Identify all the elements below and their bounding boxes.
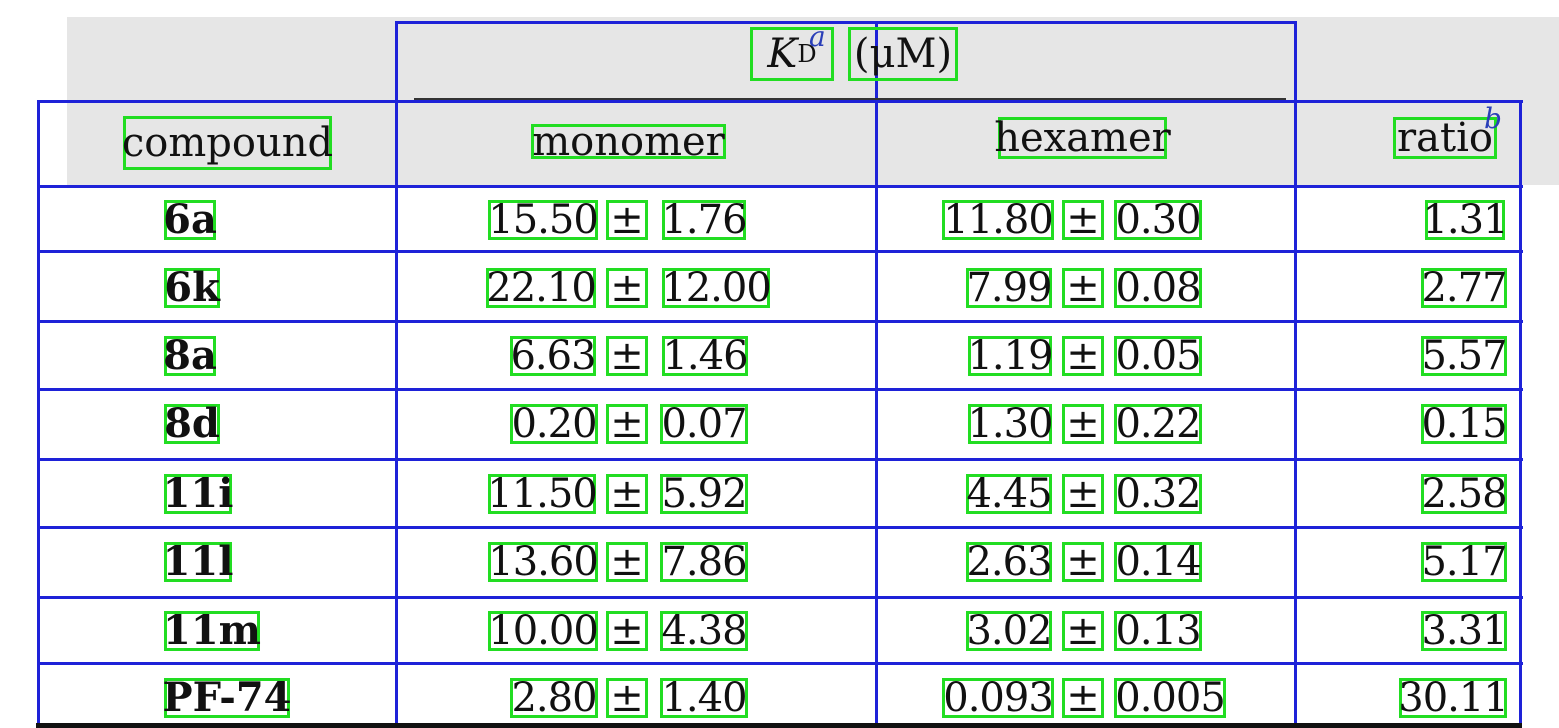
plus-minus-sign: ±: [606, 474, 648, 514]
monomer-value: 10.00: [488, 608, 599, 654]
monomer-value: 13.60: [488, 539, 599, 585]
ratio-cell: 2.58: [1421, 471, 1508, 517]
grid-line: [37, 388, 1523, 391]
grid-line: [37, 662, 1523, 665]
plus-minus-sign: ±: [606, 268, 648, 308]
hexamer-error: 0.30: [1114, 197, 1202, 243]
ratio-cell: 1.31: [1422, 197, 1509, 243]
grid-line: [37, 596, 1523, 599]
hexamer-value: 1.30: [967, 401, 1054, 447]
grid-line: [37, 185, 1523, 188]
grid-line: [37, 100, 40, 728]
monomer-value: 11.50: [487, 471, 598, 517]
compound-cell: 8a: [163, 332, 217, 379]
monomer-value: 22.10: [486, 265, 597, 311]
compound-cell: PF-74: [162, 674, 292, 721]
monomer-value: 0.20: [510, 401, 598, 447]
hexamer-error: 0.005: [1114, 675, 1226, 721]
column-header-hexamer: hexamer: [994, 115, 1171, 161]
plus-minus-sign: ±: [606, 678, 648, 718]
monomer-error: 12.00: [661, 265, 772, 311]
ratio-cell: 30.11: [1398, 675, 1509, 721]
compound-cell: 11i: [162, 470, 234, 517]
footnote-marker-a: a: [809, 20, 826, 53]
hexamer-value: 11.80: [942, 197, 1054, 243]
hexamer-value: 2.63: [966, 539, 1053, 585]
ratio-cell: 5.57: [1421, 333, 1508, 379]
column-header-monomer: monomer: [531, 118, 726, 165]
hexamer-error: 0.08: [1114, 265, 1202, 311]
table-bottom-rule: [36, 723, 1522, 728]
column-header-ratio: ratio: [1393, 117, 1497, 159]
hexamer-value: 7.99: [966, 265, 1053, 311]
plus-minus-sign: ±: [606, 404, 648, 444]
plus-minus-sign: ±: [606, 542, 648, 582]
grid-line: [395, 21, 1297, 24]
monomer-value: 2.80: [510, 675, 598, 721]
grid-line: [37, 458, 1523, 461]
compound-cell: 6k: [164, 264, 220, 311]
kd-symbol: K: [767, 31, 798, 77]
ratio-cell: 5.17: [1421, 539, 1508, 585]
grid-line: [395, 21, 398, 728]
plus-minus-sign: ±: [1062, 404, 1104, 444]
grid-line: [37, 320, 1523, 323]
hexamer-value: 4.45: [966, 471, 1053, 517]
column-header-compound: compound: [122, 116, 333, 170]
compound-cell: 6a: [163, 196, 217, 243]
monomer-error: 7.86: [660, 539, 748, 585]
plus-minus-sign: ±: [1062, 336, 1104, 376]
compound-cell: 11m: [163, 607, 261, 654]
footnote-marker-b: b: [1484, 102, 1502, 135]
grid-line: [37, 526, 1523, 529]
hexamer-error: 0.05: [1114, 333, 1202, 379]
monomer-value: 15.50: [488, 197, 599, 243]
grid-line: [37, 100, 1523, 103]
ratio-cell: 0.15: [1421, 401, 1508, 447]
plus-minus-sign: ±: [1062, 542, 1104, 582]
compound-cell: 8d: [164, 400, 220, 447]
grid-line: [875, 21, 878, 728]
plus-minus-sign: ±: [606, 611, 648, 651]
hexamer-error: 0.32: [1114, 471, 1202, 517]
hexamer-error: 0.13: [1114, 608, 1202, 654]
monomer-error: 4.38: [660, 608, 748, 654]
plus-minus-sign: ±: [606, 336, 648, 376]
monomer-error: 1.76: [661, 197, 748, 243]
compound-cell: 11l: [162, 538, 234, 585]
grid-line: [37, 250, 1523, 253]
group-header-rule: [414, 98, 1286, 100]
plus-minus-sign: ±: [1062, 474, 1104, 514]
hexamer-error: 0.14: [1114, 539, 1202, 585]
kd-unit-label: (μM): [848, 27, 958, 81]
ratio-cell: 3.31: [1421, 608, 1508, 654]
monomer-error: 1.40: [660, 675, 748, 721]
monomer-error: 0.07: [660, 401, 748, 447]
monomer-error: 5.92: [660, 471, 748, 517]
plus-minus-sign: ±: [1062, 611, 1104, 651]
data-table: KD a (μM) compound monomer hexamer ratio…: [0, 0, 1559, 728]
plus-minus-sign: ±: [1062, 678, 1104, 718]
ratio-cell: 2.77: [1421, 265, 1508, 311]
monomer-value: 6.63: [510, 333, 597, 379]
hexamer-error: 0.22: [1114, 401, 1202, 447]
plus-minus-sign: ±: [1062, 268, 1104, 308]
plus-minus-sign: ±: [1062, 200, 1104, 240]
hexamer-value: 1.19: [967, 333, 1054, 379]
grid-line: [1294, 21, 1297, 728]
grid-line: [1519, 100, 1522, 728]
plus-minus-sign: ±: [606, 200, 648, 240]
hexamer-value: 3.02: [966, 608, 1053, 654]
hexamer-value: 0.093: [942, 675, 1054, 721]
monomer-error: 1.46: [662, 333, 749, 379]
